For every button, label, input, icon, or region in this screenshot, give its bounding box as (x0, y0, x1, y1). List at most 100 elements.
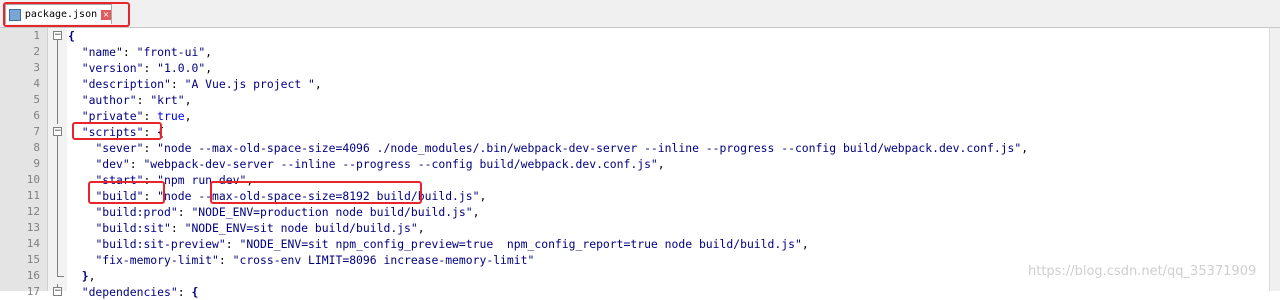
file-icon (9, 8, 21, 21)
code-whitespace: : (225, 237, 240, 251)
fold-guide (57, 284, 58, 287)
code-whitespace: , (472, 205, 480, 219)
code-text: "start": "npm run dev", (68, 172, 253, 188)
tab-bar: package.json × (0, 0, 1280, 28)
line-number: 16 (26, 269, 40, 282)
code-whitespace: , (184, 93, 192, 107)
fold-guide (57, 156, 58, 172)
code-whitespace: : (170, 77, 185, 91)
fold-minus-icon[interactable]: − (53, 127, 62, 136)
json-string: "A Vue.js project " (184, 77, 315, 91)
fold-guide (57, 140, 58, 156)
json-key: "fix-memory-limit" (95, 253, 219, 267)
code-whitespace: , (88, 269, 96, 283)
fold-minus-icon[interactable]: − (53, 287, 62, 296)
code-whitespace: , (1021, 141, 1029, 155)
code-whitespace: : (177, 285, 192, 299)
json-string: "webpack-dev-server --inline --progress … (143, 157, 658, 171)
code-line[interactable]: 3 "version": "1.0.0", (0, 60, 1270, 76)
code-line[interactable]: 2 "name": "front-ui", (0, 44, 1270, 60)
json-string: "NODE_ENV=sit node build/build.js" (184, 221, 418, 235)
code-editor[interactable]: 1−{2 "name": "front-ui", 3 "version": "1.… (0, 28, 1270, 299)
code-whitespace: : (129, 157, 144, 171)
code-text: "version": "1.0.0", (68, 60, 212, 76)
code-text: "build:sit-preview": "NODE_ENV=sit npm_c… (68, 236, 808, 252)
code-text: "build:prod": "NODE_ENV=production node … (68, 204, 479, 220)
json-string: "cross-env LIMIT=8096 increase-memory-li… (232, 253, 535, 267)
code-line[interactable]: 11 "build": "node --max-old-space-size=8… (0, 188, 1270, 204)
code-whitespace: : (143, 125, 158, 139)
code-text: "private": true, (68, 108, 192, 124)
code-whitespace: : (143, 189, 158, 203)
close-icon[interactable]: × (101, 9, 111, 20)
json-string: "NODE_ENV=production node build/build.js… (191, 205, 473, 219)
json-string: "krt" (150, 93, 185, 107)
code-text: "description": "A Vue.js project ", (68, 76, 322, 92)
code-line[interactable]: 1 −{ (0, 28, 1270, 44)
vertical-scrollbar[interactable] (1269, 28, 1280, 291)
code-whitespace: , (417, 221, 425, 235)
fold-guide (57, 204, 58, 220)
fold-guide (57, 44, 58, 60)
code-text: "fix-memory-limit": "cross-env LIMIT=809… (68, 252, 534, 268)
code-whitespace: : (143, 141, 158, 155)
code-whitespace: , (205, 61, 213, 75)
code-line[interactable]: 4 "description": "A Vue.js project ", (0, 76, 1270, 92)
code-line[interactable]: 5 "author": "krt", (0, 92, 1270, 108)
json-boolean: true (157, 109, 185, 123)
fold-guide (57, 172, 58, 188)
code-whitespace: : (218, 253, 233, 267)
json-key: "sever" (95, 141, 144, 155)
line-number: 7 (33, 125, 40, 138)
json-string: "npm run dev" (157, 173, 247, 187)
fold-guide (57, 188, 58, 204)
json-key: "dependencies" (81, 285, 178, 299)
json-key: "version" (81, 61, 144, 75)
line-number: 6 (33, 109, 40, 122)
fold-minus-icon[interactable]: − (53, 31, 62, 40)
line-number: 5 (33, 93, 40, 106)
code-text: "dependencies": { (68, 284, 199, 300)
code-line[interactable]: 17 − "dependencies": { (0, 284, 1270, 300)
fold-guide (57, 252, 58, 268)
code-text: "sever": "node --max-old-space-size=4096… (68, 140, 1028, 156)
fold-end-marker (57, 268, 64, 277)
code-whitespace: , (314, 77, 322, 91)
watermark: https://blog.csdn.net/qq_35371909 (1028, 264, 1257, 279)
code-line[interactable]: 10 "start": "npm run dev", (0, 172, 1270, 188)
json-string: "NODE_ENV=sit npm_config_preview=true np… (239, 237, 802, 251)
code-whitespace: , (205, 45, 213, 59)
tab-package-json[interactable]: package.json × (5, 4, 112, 24)
line-number: 14 (26, 237, 40, 250)
code-text: "author": "krt", (68, 92, 192, 108)
json-brace: { (191, 285, 199, 299)
code-text: "build:sit": "NODE_ENV=sit node build/bu… (68, 220, 425, 236)
tab-label: package.json (24, 9, 98, 20)
json-key: "start" (95, 173, 144, 187)
code-whitespace: : (122, 45, 137, 59)
code-whitespace: , (184, 109, 192, 123)
code-line[interactable]: 8 "sever": "node --max-old-space-size=40… (0, 140, 1270, 156)
line-number: 13 (26, 221, 40, 234)
code-line[interactable]: 13 "build:sit": "NODE_ENV=sit node build… (0, 220, 1270, 236)
code-text: "scripts": { (68, 124, 164, 140)
json-key: "description" (81, 77, 171, 91)
code-line[interactable]: 7 − "scripts": { (0, 124, 1270, 140)
fold-guide (57, 108, 58, 124)
code-whitespace: , (246, 173, 254, 187)
code-line[interactable]: 12 "build:prod": "NODE_ENV=production no… (0, 204, 1270, 220)
code-line[interactable]: 6 "private": true, (0, 108, 1270, 124)
json-string: "1.0.0" (157, 61, 206, 75)
code-line[interactable]: 9 "dev": "webpack-dev-server --inline --… (0, 156, 1270, 172)
code-whitespace: : (177, 205, 192, 219)
code-line[interactable]: 14 "build:sit-preview": "NODE_ENV=sit np… (0, 236, 1270, 252)
